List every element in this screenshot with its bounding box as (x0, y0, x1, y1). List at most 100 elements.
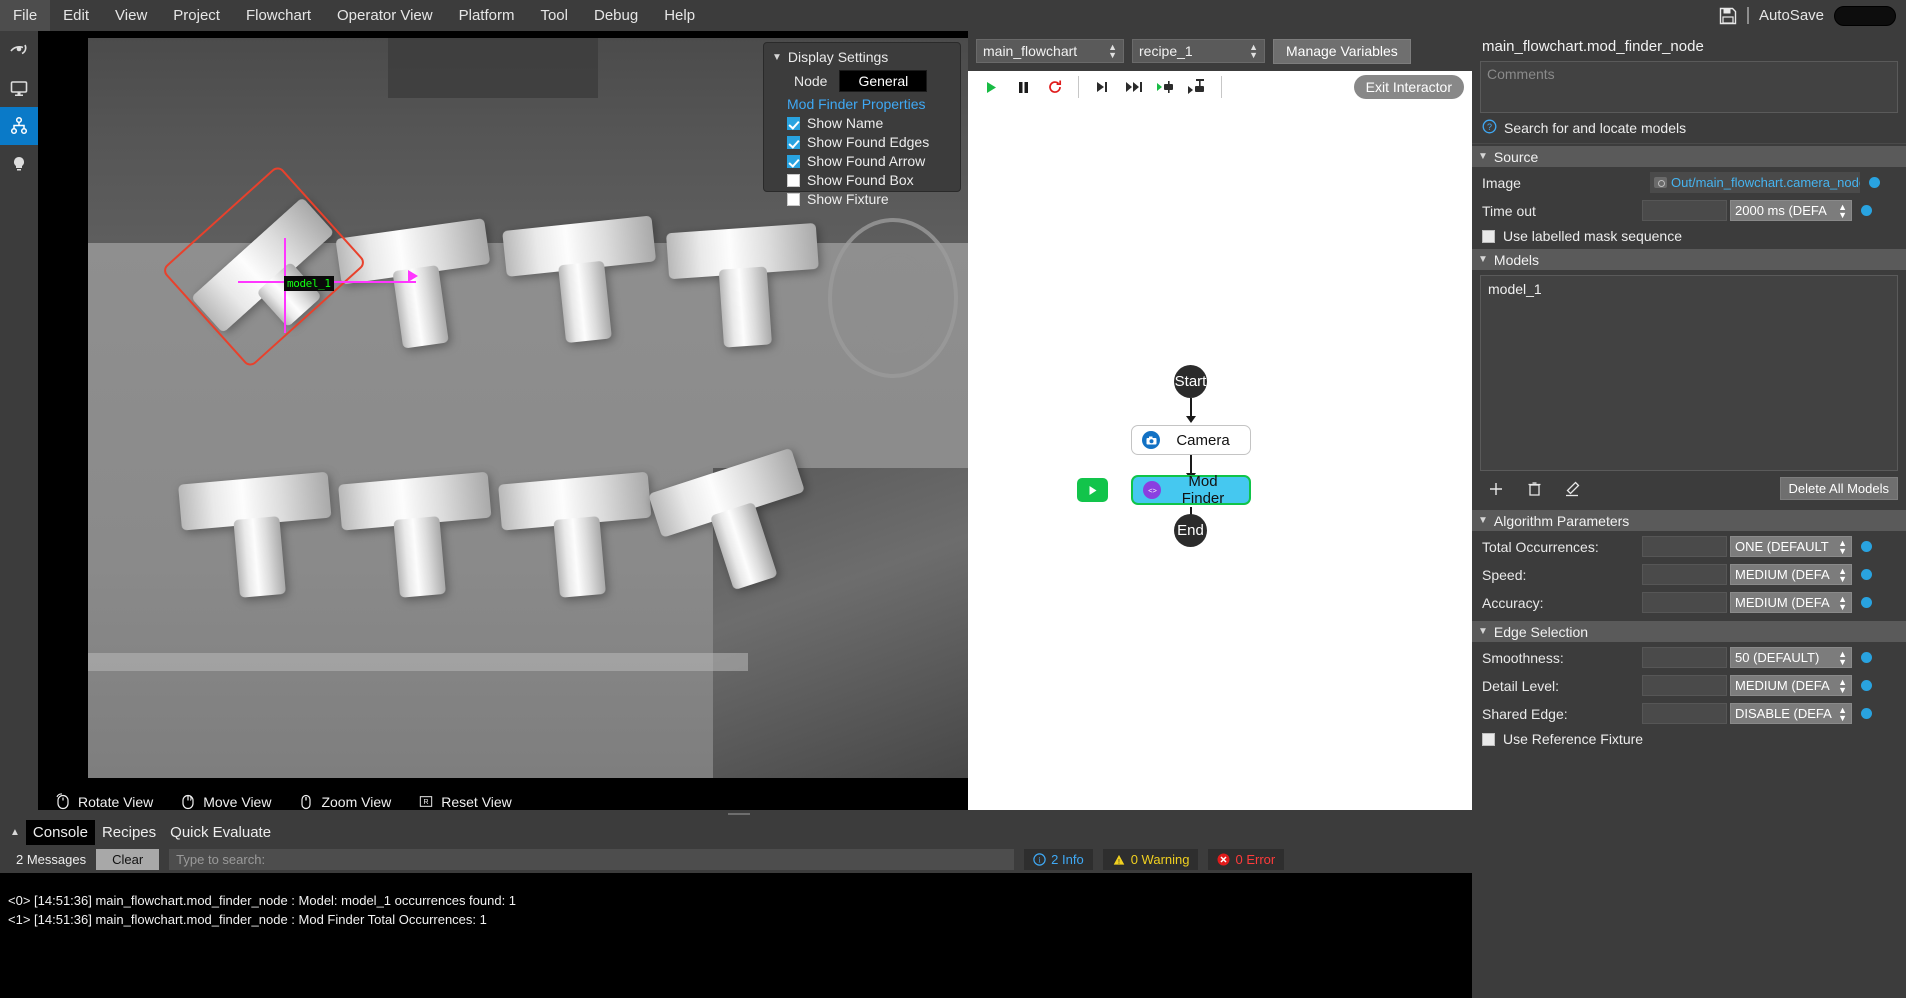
status-badge-warning[interactable]: ! 0 Warning (1102, 849, 1199, 870)
image-source-field[interactable]: Out/main_flowchart.camera_node/image (1650, 172, 1860, 193)
models-list[interactable]: model_1 (1480, 275, 1898, 471)
console-output[interactable]: <0> [14:51:36] main_flowchart.mod_finder… (0, 873, 1472, 929)
tab-recipes[interactable]: Recipes (95, 820, 163, 845)
checkbox-show-found-arrow[interactable]: Show Found Arrow (772, 153, 952, 169)
recipe-select[interactable]: recipe_1 ▲ ▼ (1132, 39, 1265, 63)
menu-item-view[interactable]: View (102, 0, 160, 31)
menu-item-help[interactable]: Help (651, 0, 708, 31)
reload-icon[interactable] (1040, 74, 1070, 100)
node-mod-finder[interactable]: <> Mod Finder (1131, 473, 1251, 507)
rotate-view-control[interactable]: Rotate View (56, 793, 153, 810)
display-settings-header[interactable]: ▼ Display Settings (772, 49, 952, 65)
checkbox-show-name[interactable]: Show Name (772, 115, 952, 131)
status-badge-info[interactable]: i 2 Info (1024, 849, 1093, 870)
checkbox-show-found-edges[interactable]: Show Found Edges (772, 134, 952, 150)
comments-field[interactable]: Comments (1480, 61, 1898, 113)
checkbox-show-found-box[interactable]: Show Found Box (772, 172, 952, 188)
detail-level-input[interactable] (1642, 675, 1727, 696)
speed-select[interactable]: MEDIUM (DEFA ▲ ▼ (1730, 564, 1852, 585)
mask-sequence-checkbox[interactable] (1482, 229, 1495, 243)
mask-sequence-row[interactable]: Use labelled mask sequence (1472, 223, 1906, 247)
help-circle-icon[interactable]: ? (1482, 119, 1497, 137)
timeout-input[interactable] (1642, 200, 1727, 221)
speed-input[interactable] (1642, 564, 1727, 585)
search-input[interactable]: Type to search: (169, 849, 1015, 870)
run-node-chip[interactable] (1077, 478, 1108, 502)
menu-item-edit[interactable]: Edit (50, 0, 102, 31)
list-item[interactable]: model_1 (1488, 281, 1890, 297)
collapse-triangle-icon[interactable]: ▲ (4, 827, 26, 838)
tab-quick-evaluate[interactable]: Quick Evaluate (163, 820, 278, 845)
menu-item-file[interactable]: File (0, 0, 51, 31)
total-occurrences-select[interactable]: ONE (DEFAULT ▲ ▼ (1730, 536, 1852, 557)
timeout-select[interactable]: 2000 ms (DEFA ▲ ▼ (1730, 200, 1852, 221)
menu-item-project[interactable]: Project (160, 0, 233, 31)
edge-section-header[interactable]: ▼ Edge Selection (1472, 621, 1906, 642)
sidebar-item-flowchart[interactable] (0, 107, 38, 145)
general-tab[interactable]: General (839, 70, 928, 92)
models-section-header[interactable]: ▼ Models (1472, 249, 1906, 270)
detail-level-status-dot[interactable] (1861, 680, 1872, 691)
smoothness-input[interactable] (1642, 647, 1727, 668)
accuracy-select[interactable]: MEDIUM (DEFA ▲ ▼ (1730, 592, 1852, 613)
flowchart-select[interactable]: main_flowchart ▲ ▼ (976, 39, 1124, 63)
menu-item-platform[interactable]: Platform (446, 0, 528, 31)
status-badge-error[interactable]: 0 Error (1208, 849, 1285, 870)
sidebar-item-vision[interactable] (0, 31, 38, 69)
smoothness-select[interactable]: 50 (DEFAULT) ▲ ▼ (1730, 647, 1852, 668)
accuracy-input[interactable] (1642, 592, 1727, 613)
speed-status-dot[interactable] (1861, 569, 1872, 580)
menu-item-tool[interactable]: Tool (527, 0, 581, 31)
step-over-icon[interactable] (1119, 74, 1149, 100)
autosave-toggle[interactable] (1834, 5, 1896, 26)
shared-edge-input[interactable] (1642, 703, 1727, 724)
menu-item-debug[interactable]: Debug (581, 0, 651, 31)
smoothness-status-dot[interactable] (1861, 652, 1872, 663)
reset-view-control[interactable]: R Reset View (419, 793, 512, 810)
exit-interactor-button[interactable]: Exit Interactor (1353, 75, 1464, 99)
node-camera[interactable]: Camera (1131, 425, 1251, 455)
panel-splitter[interactable] (0, 810, 1472, 818)
show-fixture-checkbox[interactable] (787, 192, 800, 206)
node-end[interactable]: End (1174, 514, 1207, 547)
timeout-status-dot[interactable] (1861, 205, 1872, 216)
manage-variables-button[interactable]: Manage Variables (1273, 38, 1411, 64)
clear-button[interactable]: Clear (96, 849, 160, 870)
show-name-checkbox[interactable] (787, 116, 800, 130)
sidebar-item-hints[interactable] (0, 145, 38, 183)
image-status-dot[interactable] (1869, 177, 1880, 188)
step-into-icon[interactable] (1087, 74, 1117, 100)
reference-fixture-row[interactable]: Use Reference Fixture (1472, 726, 1906, 750)
move-view-control[interactable]: Move View (181, 793, 271, 810)
node-start[interactable]: Start (1174, 365, 1207, 398)
plus-icon[interactable] (1486, 479, 1506, 499)
show-found-edges-checkbox[interactable] (787, 135, 800, 149)
run-node-icon[interactable] (1151, 74, 1181, 100)
reference-fixture-checkbox[interactable] (1482, 732, 1495, 746)
shared-edge-status-dot[interactable] (1861, 708, 1872, 719)
total-occurrences-input[interactable] (1642, 536, 1727, 557)
zoom-view-control[interactable]: Zoom View (299, 793, 391, 810)
menu-item-flowchart[interactable]: Flowchart (233, 0, 324, 31)
pause-icon[interactable] (1008, 74, 1038, 100)
save-disk-icon[interactable] (1719, 7, 1737, 25)
trash-icon[interactable] (1524, 479, 1544, 499)
accuracy-status-dot[interactable] (1861, 597, 1872, 608)
shared-edge-select[interactable]: DISABLE (DEFA ▲ ▼ (1730, 703, 1852, 724)
algorithm-section-header[interactable]: ▼ Algorithm Parameters (1472, 510, 1906, 531)
menu-item-operator-view[interactable]: Operator View (324, 0, 446, 31)
detail-level-select[interactable]: MEDIUM (DEFA ▲ ▼ (1730, 675, 1852, 696)
tab-console[interactable]: Console (25, 819, 95, 845)
total-occurrences-status-dot[interactable] (1861, 541, 1872, 552)
console-line: <1> [14:51:36] main_flowchart.mod_finder… (8, 912, 487, 927)
pencil-icon[interactable] (1562, 479, 1582, 499)
delete-all-models-button[interactable]: Delete All Models (1779, 477, 1898, 500)
play-icon[interactable] (976, 74, 1006, 100)
show-found-box-checkbox[interactable] (787, 173, 800, 187)
flowchart-canvas[interactable]: Start Camera <> Mod Finder End (968, 103, 1472, 818)
show-found-arrow-checkbox[interactable] (787, 154, 800, 168)
source-section-header[interactable]: ▼ Source (1472, 146, 1906, 167)
checkbox-show-fixture[interactable]: Show Fixture (772, 191, 952, 207)
run-from-node-icon[interactable] (1183, 74, 1213, 100)
sidebar-item-display[interactable] (0, 69, 38, 107)
